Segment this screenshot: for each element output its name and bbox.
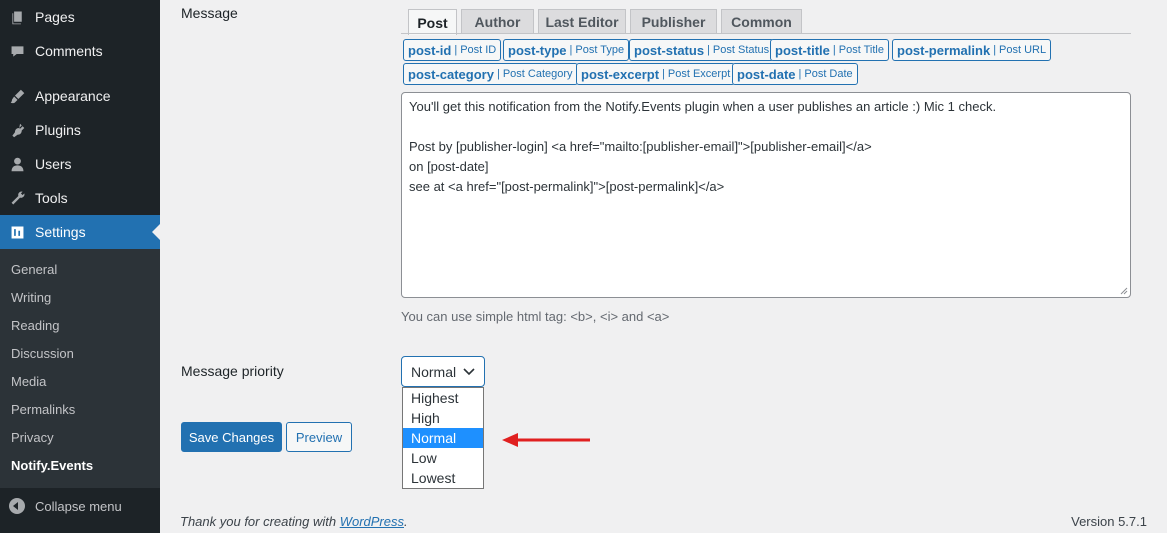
appearance-icon: [0, 88, 35, 105]
tag-separator: |: [662, 68, 665, 80]
tag-separator: |: [707, 44, 710, 56]
message-textarea[interactable]: You'll get this notification from the No…: [401, 92, 1131, 298]
footer-version: Version 5.7.1: [1071, 514, 1147, 529]
sidebar-item-label: Comments: [35, 43, 103, 59]
tag-separator: |: [496, 68, 500, 80]
priority-selected-value: Normal: [411, 363, 457, 380]
tag-key: post-permalink: [897, 42, 991, 58]
message-line: You'll get this notification from the No…: [409, 99, 997, 114]
sidebar-item-settings[interactable]: Settings: [0, 215, 160, 249]
tag-desc: Post Type: [575, 44, 625, 56]
admin-sidebar: Pages Comments Appearance Plugins Users …: [0, 0, 160, 533]
tag-separator: |: [832, 44, 836, 56]
tag-post-type-button[interactable]: post-type | Post Type: [503, 39, 630, 61]
tools-icon: [0, 190, 35, 207]
tab-author[interactable]: Author: [461, 9, 534, 34]
submenu-item-privacy[interactable]: Privacy: [11, 424, 54, 452]
submenu-item-notify-events[interactable]: Notify.Events: [11, 452, 93, 480]
sidebar-item-tools[interactable]: Tools: [0, 181, 160, 215]
priority-option-normal[interactable]: Normal: [403, 428, 483, 448]
plugins-icon: [0, 122, 35, 139]
tag-separator: |: [798, 68, 802, 80]
footer-thanks-suffix: .: [404, 514, 408, 529]
tag-post-status-button[interactable]: post-status | Post Status: [629, 39, 775, 61]
tag-post-permalink-button[interactable]: post-permalink | Post URL: [892, 39, 1052, 61]
priority-option-low[interactable]: Low: [403, 448, 483, 468]
tab-publisher[interactable]: Publisher: [630, 9, 717, 34]
tag-key: post-date: [737, 66, 796, 82]
tag-desc: Post Status: [712, 44, 770, 56]
tab-last-editor[interactable]: Last Editor: [538, 9, 626, 34]
tag-desc: Post URL: [999, 44, 1047, 56]
users-icon: [0, 156, 35, 173]
priority-option-high[interactable]: High: [403, 408, 483, 428]
message-label: Message: [181, 5, 238, 21]
preview-button[interactable]: Preview: [286, 422, 352, 452]
sidebar-item-label: Tools: [35, 190, 68, 206]
tag-key: post-type: [508, 42, 567, 58]
submenu-item-media[interactable]: Media: [11, 368, 46, 396]
settings-submenu: General Writing Reading Discussion Media…: [0, 249, 160, 488]
tag-key: post-excerpt: [581, 66, 660, 82]
annotation-arrow-icon: [502, 433, 590, 447]
html-hint-text: You can use simple html tag: <b>, <i> an…: [401, 309, 670, 324]
message-line: [409, 117, 1123, 137]
footer-thanks: Thank you for creating with WordPress.: [180, 514, 408, 529]
sidebar-item-label: Appearance: [35, 88, 111, 104]
tag-desc: Post Title: [838, 44, 884, 56]
tag-separator: |: [569, 44, 573, 56]
sidebar-item-label: Settings: [35, 224, 86, 240]
tag-separator: |: [993, 44, 997, 56]
priority-option-highest[interactable]: Highest: [403, 388, 483, 408]
submenu-item-discussion[interactable]: Discussion: [11, 340, 74, 368]
submenu-item-permalinks[interactable]: Permalinks: [11, 396, 75, 424]
sidebar-item-users[interactable]: Users: [0, 147, 160, 181]
sidebar-item-label: Users: [35, 156, 72, 172]
tag-separator: |: [454, 44, 458, 56]
tabs-divider: [401, 33, 1131, 34]
tab-common[interactable]: Common: [721, 9, 802, 34]
collapse-menu-label: Collapse menu: [35, 498, 122, 514]
tag-desc: Post Category: [502, 68, 573, 80]
sidebar-item-label: Plugins: [35, 122, 81, 138]
submenu-item-general[interactable]: General: [11, 256, 57, 284]
priority-option-lowest[interactable]: Lowest: [403, 468, 483, 488]
priority-dropdown-list: Highest High Normal Low Lowest: [402, 387, 484, 489]
settings-icon: [0, 224, 35, 241]
tag-key: post-status: [634, 42, 705, 58]
message-line: see at <a href="[post-permalink]">[post-…: [409, 179, 725, 194]
submenu-item-writing[interactable]: Writing: [11, 284, 51, 312]
collapse-arrow-icon: [9, 498, 25, 514]
priority-label: Message priority: [181, 363, 284, 379]
save-changes-button[interactable]: Save Changes: [181, 422, 282, 452]
sidebar-item-pages[interactable]: Pages: [0, 0, 160, 34]
tab-post[interactable]: Post: [408, 9, 457, 35]
tag-post-category-button[interactable]: post-category | Post Category: [403, 63, 578, 85]
sidebar-item-plugins[interactable]: Plugins: [0, 113, 160, 147]
footer-thanks-prefix: Thank you for creating with: [180, 514, 340, 529]
message-line: on [post-date]: [409, 159, 489, 174]
submenu-item-reading[interactable]: Reading: [11, 312, 59, 340]
wordpress-link[interactable]: WordPress: [340, 514, 404, 529]
pages-icon: [0, 9, 35, 26]
tag-key: post-id: [408, 42, 452, 58]
sidebar-item-label: Pages: [35, 9, 75, 25]
priority-select[interactable]: Normal: [401, 356, 485, 387]
resize-handle-icon[interactable]: [1120, 287, 1128, 295]
tag-post-id-button[interactable]: post-id | Post ID: [403, 39, 502, 61]
collapse-menu-button[interactable]: Collapse menu: [0, 490, 160, 522]
tag-post-excerpt-button[interactable]: post-excerpt | Post Excerpt: [576, 63, 736, 85]
tag-key: post-category: [408, 66, 494, 82]
chevron-down-icon: [463, 368, 475, 376]
tag-post-date-button[interactable]: post-date | Post Date: [732, 63, 858, 85]
tag-post-title-button[interactable]: post-title | Post Title: [770, 39, 889, 61]
tag-key: post-title: [775, 42, 830, 58]
sidebar-item-appearance[interactable]: Appearance: [0, 79, 160, 113]
sidebar-item-comments[interactable]: Comments: [0, 34, 160, 68]
tag-desc: Post Date: [804, 68, 853, 80]
tag-desc: Post Excerpt: [667, 68, 731, 80]
comments-icon: [0, 43, 35, 60]
message-line: Post by [publisher-login] <a href="mailt…: [409, 139, 872, 154]
tag-desc: Post ID: [460, 44, 497, 56]
